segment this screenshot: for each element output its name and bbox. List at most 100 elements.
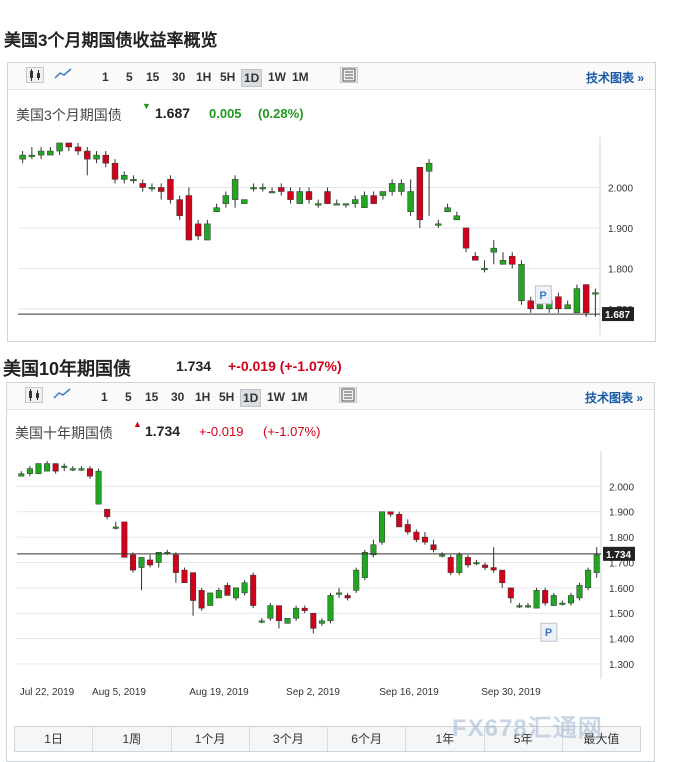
candle-body — [499, 260, 507, 265]
candle-body — [351, 199, 359, 204]
settings-panel-icon[interactable] — [339, 387, 357, 403]
candle-body — [559, 602, 566, 605]
marker-p-label: P — [545, 627, 552, 639]
candle-body — [507, 587, 514, 599]
candle-body — [416, 166, 424, 221]
candle-body — [456, 554, 463, 573]
candle-body — [550, 595, 557, 606]
interval-5h[interactable]: 5H — [218, 69, 237, 85]
chart-toolbar: 1 5 15 30 1H 5H 1D 1W 1M 技术图表 » — [8, 63, 655, 90]
candle-body — [194, 223, 202, 237]
interval-1w[interactable]: 1W — [265, 389, 287, 405]
candle-body — [555, 296, 562, 310]
candle-body — [453, 215, 461, 221]
line-chart-icon[interactable] — [53, 387, 71, 403]
candle-body — [472, 255, 479, 261]
interval-15[interactable]: 15 — [143, 389, 160, 405]
y-tick-label: 1.900 — [608, 224, 633, 235]
interval-5[interactable]: 5 — [124, 69, 135, 85]
candle-body — [138, 557, 145, 568]
interval-1[interactable]: 1 — [100, 69, 111, 85]
candle-body — [481, 268, 488, 271]
candle-body — [527, 300, 534, 310]
range-1m[interactable]: 1个月 — [172, 727, 250, 751]
candle-body — [44, 463, 51, 472]
candle-body — [268, 191, 276, 194]
x-tick-label: Sep 2, 2019 — [286, 687, 340, 698]
candle-body — [287, 191, 294, 200]
candle-body — [462, 227, 470, 249]
down-arrow-icon: ▼ — [142, 101, 151, 111]
candle-body — [333, 203, 340, 206]
candle-body — [425, 162, 433, 172]
candle-body — [181, 569, 188, 584]
candle-body — [130, 179, 137, 182]
quote-name: 美国十年期国债 — [15, 425, 113, 441]
quote-change: 0.005 — [209, 106, 242, 121]
chart-panel-3m: 1 5 15 30 1H 5H 1D 1W 1M 技术图表 » 美国3个月期国债… — [7, 62, 656, 342]
range-3m[interactable]: 3个月 — [250, 727, 328, 751]
interval-1w[interactable]: 1W — [266, 69, 288, 85]
interval-1h[interactable]: 1H — [194, 69, 213, 85]
tech-chart-link[interactable]: 技术图表 » — [586, 69, 644, 86]
tech-chart-link[interactable]: 技术图表 » — [585, 389, 643, 406]
chart-panel-10y: 1 5 15 30 1H 5H 1D 1W 1M 技术图表 » 美国十年期国债 … — [6, 382, 655, 762]
interval-1d[interactable]: 1D — [240, 389, 262, 407]
candle-body — [250, 574, 257, 606]
candle-body — [258, 620, 265, 623]
candle-body — [278, 187, 285, 192]
range-1w[interactable]: 1周 — [93, 727, 172, 751]
candle-body — [222, 195, 230, 204]
candle-body — [259, 187, 267, 190]
candle-body — [518, 264, 525, 301]
candlestick-icon[interactable] — [26, 67, 44, 83]
candle-body — [464, 557, 471, 566]
interval-15[interactable]: 15 — [144, 69, 161, 85]
candle-body — [275, 605, 282, 622]
y-tick-label: 1.400 — [609, 635, 634, 646]
interval-1h[interactable]: 1H — [193, 389, 212, 405]
candle-body — [185, 195, 193, 241]
interval-5[interactable]: 5 — [123, 389, 134, 405]
candle-body — [104, 508, 111, 518]
candlestick-icon[interactable] — [25, 387, 43, 403]
interval-1d[interactable]: 1D — [241, 69, 263, 87]
settings-panel-icon[interactable] — [340, 67, 358, 83]
candle-body — [379, 511, 385, 543]
candle-body — [318, 620, 325, 624]
candle-body — [310, 612, 317, 629]
candle-body — [78, 468, 85, 471]
candle-body — [413, 531, 420, 540]
candle-body — [284, 618, 291, 624]
interval-30[interactable]: 30 — [170, 69, 187, 85]
y-tick-label: 1.900 — [609, 508, 634, 519]
candle-body — [204, 223, 211, 241]
candle-body — [296, 191, 303, 204]
candle-body — [407, 191, 414, 212]
candle-body — [102, 154, 109, 164]
section2-change: +-0.019 (+-1.07%) — [228, 358, 342, 374]
candle-body — [542, 590, 549, 604]
candle-body — [398, 183, 405, 192]
interval-1m[interactable]: 1M — [290, 69, 311, 85]
chart-toolbar-2: 1 5 15 30 1H 5H 1D 1W 1M 技术图表 » — [7, 383, 654, 410]
candle-body — [516, 605, 523, 608]
candle-body — [490, 567, 497, 571]
candle-body — [430, 544, 437, 551]
candle-body — [533, 590, 540, 609]
interval-5h[interactable]: 5H — [217, 389, 236, 405]
interval-1[interactable]: 1 — [99, 389, 110, 405]
candle-body — [336, 592, 343, 595]
candle-body — [95, 470, 102, 505]
interval-30[interactable]: 30 — [169, 389, 186, 405]
range-6m[interactable]: 6个月 — [328, 727, 407, 751]
y-tick-label: 2.000 — [609, 482, 634, 493]
range-1d[interactable]: 1日 — [15, 727, 94, 751]
quote-name: 美国3个月期国债 — [16, 107, 122, 123]
candle-body — [224, 585, 231, 596]
candle-body — [241, 582, 248, 594]
candle-body — [231, 179, 239, 200]
interval-1m[interactable]: 1M — [289, 389, 310, 405]
y-tick-label: 1.800 — [608, 264, 633, 275]
line-chart-icon[interactable] — [54, 67, 72, 83]
